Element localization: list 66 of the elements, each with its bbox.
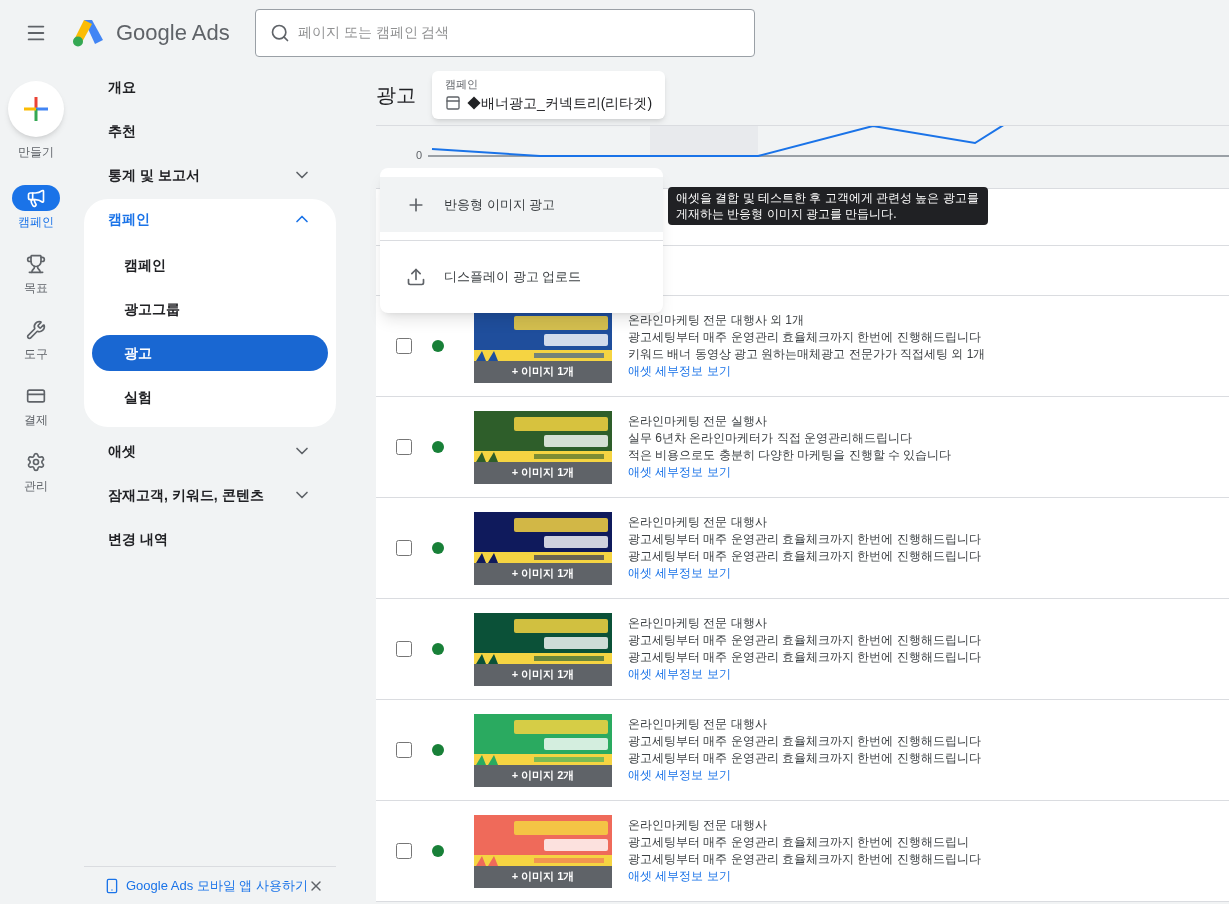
ad-text-line: 키워드 배너 동영상 광고 원하는매체광고 전문가가 직접세팅 외 1개 (628, 346, 986, 363)
rail-item[interactable]: 도구 (6, 317, 66, 363)
image-count-label: + 이미지 1개 (474, 360, 612, 383)
ad-text-line: 광고세팅부터 매주 운영관리 효율체크까지 한번에 진행해드립니다 (628, 733, 981, 750)
axis-label: 0 (414, 148, 423, 163)
row-checkbox[interactable] (396, 843, 412, 859)
ad-text-line: 실무 6년차 온라인마케터가 직접 운영관리해드립니다 (628, 430, 913, 447)
ad-text-line: 온라인마케팅 전문 대행사 (628, 817, 768, 834)
menu-item[interactable]: 디스플레이 광고 업로드 (380, 249, 663, 304)
ad-text-line: 광고세팅부터 매주 운영관리 효율체크까지 한번에 진행해드립니다 (628, 531, 981, 548)
image-count-label: + 이미지 1개 (474, 663, 612, 686)
rail-item[interactable]: 캠페인 (6, 185, 66, 231)
nav-item[interactable]: 실험 (92, 379, 328, 415)
plus-icon (24, 97, 48, 121)
ad-text-line: 온라인마케팅 전문 대행사 (628, 514, 768, 531)
nav-item[interactable]: 캠페인 (92, 247, 328, 283)
menu-item[interactable]: 반응형 이미지 광고 (380, 177, 663, 232)
nav-item[interactable]: 개요 (84, 65, 336, 109)
row-checkbox[interactable] (396, 338, 412, 354)
nav-item[interactable]: 광고그룹 (92, 291, 328, 327)
nav-item[interactable]: 변경 내역 (84, 517, 336, 561)
ad-text-line: 광고세팅부터 매주 운영관리 효율체크까지 한번에 진행해드립니다 (628, 548, 981, 565)
ad-text-line: 광고세팅부터 매주 운영관리 효율체크까지 한번에 진행해드립니 (628, 834, 970, 851)
nav-item[interactable]: 통계 및 보고서 (84, 153, 336, 197)
logo-icon (72, 17, 104, 48)
rail-item[interactable]: 목표 (6, 251, 66, 297)
rail-item[interactable]: 관리 (6, 449, 66, 495)
search-input[interactable]: 페이지 또는 캠페인 검색 (297, 22, 740, 43)
mobile-app-link[interactable]: Google Ads 모바일 앱 사용하기 (125, 875, 308, 896)
ad-text-line: 온라인마케팅 전문 대행사 외 1개 (628, 312, 805, 329)
page-title: 광고 (376, 83, 416, 108)
ad-text-line: 광고세팅부터 매주 운영관리 효율체크까지 한번에 진행해드립니다 (628, 851, 981, 868)
brand-name: Google Ads (116, 19, 230, 47)
image-count-label: + 이미지 1개 (474, 461, 612, 484)
upload-icon (406, 266, 426, 287)
image-count-label: + 이미지 1개 (474, 562, 612, 585)
asset-details-link[interactable]: 애셋 세부정보 보기 (628, 666, 981, 683)
nav-item[interactable]: 캠페인 (84, 199, 336, 239)
rail-item[interactable]: 결제 (6, 383, 66, 429)
ad-text-line: 온라인마케팅 전문 실행사 (628, 413, 768, 430)
search-icon (269, 22, 290, 43)
search-field[interactable]: 페이지 또는 캠페인 검색 (254, 8, 755, 57)
nav-item[interactable]: 광고 (92, 335, 328, 371)
row-checkbox[interactable] (396, 540, 412, 556)
nav-item[interactable]: 잠재고객, 키워드, 콘텐츠 (84, 473, 336, 517)
ad-text-line: 온라인마케팅 전문 대행사 (628, 716, 768, 733)
ad-text-line: 광고세팅부터 매주 운영관리 효율체크까지 한번에 진행해드립니다 (628, 750, 981, 767)
campaign-picker[interactable]: 캠페인 ◆배너광고_커넥트리(리타겟) (432, 71, 666, 119)
asset-details-link[interactable]: 애셋 세부정보 보기 (628, 868, 981, 885)
image-count-label: + 이미지 2개 (474, 764, 612, 787)
ad-text-line: 광고세팅부터 매주 운영관리 효율체크까지 한번에 진행해드립니다 (628, 632, 981, 649)
asset-details-link[interactable]: 애셋 세부정보 보기 (628, 464, 952, 481)
ad-text-line: 온라인마케팅 전문 대행사 (628, 615, 768, 632)
tooltip: 애셋을 결합 및 테스트한 후 고객에게 관련성 높은 광고를 게재하는 반응형 이미지 광고를 만듭니다. (668, 187, 988, 225)
asset-details-link[interactable]: 애셋 세부정보 보기 (628, 565, 981, 582)
asset-details-link[interactable]: 애셋 세부정보 보기 (628, 363, 986, 380)
image-count-label: + 이미지 1개 (474, 865, 612, 888)
row-checkbox[interactable] (396, 439, 412, 455)
ad-text-line: 적은 비용으로도 충분히 다양한 마케팅을 진행할 수 있습니다 (628, 447, 952, 464)
nav-item[interactable]: 추천 (84, 109, 336, 153)
ad-text-line: 광고세팅부터 매주 운영관리 효율체크까지 한번에 진행해드립니다 (628, 649, 981, 666)
row-checkbox[interactable] (396, 742, 412, 758)
ad-text-line: 광고세팅부터 매주 운영관리 효율체크까지 한번에 진행해드립니다 (628, 329, 982, 346)
asset-details-link[interactable]: 애셋 세부정보 보기 (628, 767, 981, 784)
nav-item[interactable]: 애셋 (84, 429, 336, 473)
row-checkbox[interactable] (396, 641, 412, 657)
